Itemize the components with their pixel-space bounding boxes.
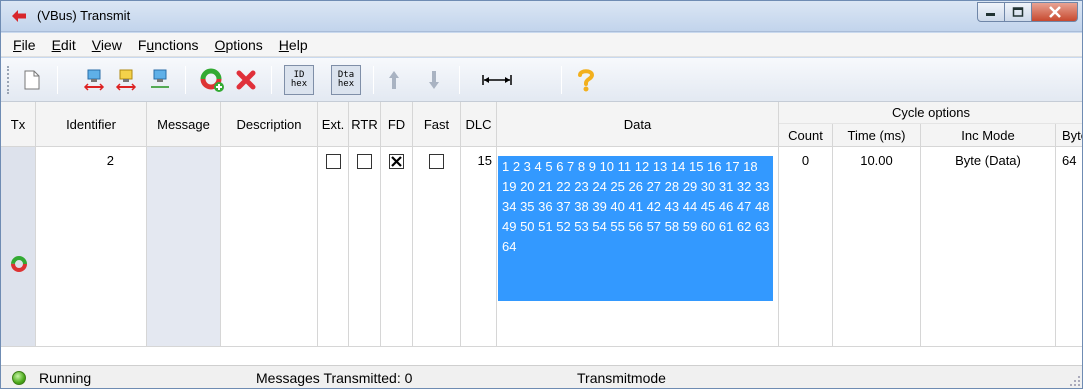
header-cycle-options: Cycle options xyxy=(779,102,1082,124)
connect-button[interactable] xyxy=(79,65,109,95)
arrow-up-icon xyxy=(389,71,399,89)
transmit-table: Tx Identifier Message Description Ext. R… xyxy=(1,102,1082,365)
delete-icon xyxy=(236,70,256,90)
network-connect-icon xyxy=(83,69,105,91)
identifier-cell[interactable]: 2 xyxy=(36,147,147,347)
data-hex-icon: Dta hex xyxy=(337,70,355,89)
menu-bar: File Edit View Functions Options Help xyxy=(1,33,1082,57)
menu-edit[interactable]: Edit xyxy=(44,33,84,57)
running-status-icon xyxy=(12,371,26,385)
close-icon xyxy=(1048,6,1061,18)
delete-button[interactable] xyxy=(231,65,261,95)
status-messages-transmitted: Messages Transmitted: 0 xyxy=(256,370,413,386)
title-bar[interactable]: (VBus) Transmit xyxy=(1,1,1082,32)
menu-view[interactable]: View xyxy=(84,33,130,57)
fd-cell xyxy=(381,147,413,347)
status-mode: Transmitmode xyxy=(577,370,666,386)
menu-help[interactable]: Help xyxy=(271,33,316,57)
menu-functions[interactable]: Functions xyxy=(130,33,207,57)
header-description[interactable]: Description xyxy=(221,102,318,147)
rtr-cell xyxy=(349,147,381,347)
id-hex-toggle[interactable]: ID hex xyxy=(284,65,314,95)
fast-cell xyxy=(413,147,461,347)
empty-rows-area xyxy=(1,347,1082,365)
header-tx[interactable]: Tx xyxy=(1,102,36,147)
toolbar: ID hex Dta hex xyxy=(1,58,1082,102)
column-width-button[interactable] xyxy=(475,65,519,95)
header-rtr[interactable]: RTR xyxy=(349,102,381,147)
resize-grip-icon[interactable] xyxy=(1069,375,1081,387)
help-button[interactable] xyxy=(571,65,601,95)
move-up-button[interactable] xyxy=(379,65,409,95)
maximize-icon xyxy=(1012,7,1024,17)
fast-checkbox[interactable] xyxy=(429,154,444,169)
checkmark-x-icon xyxy=(391,156,402,167)
transmit-arrow-icon xyxy=(12,10,26,22)
message-cell[interactable] xyxy=(147,147,221,347)
help-question-icon xyxy=(578,69,595,92)
close-button[interactable] xyxy=(1032,2,1078,22)
header-count[interactable]: Count xyxy=(779,124,833,147)
inc-mode-cell[interactable]: Byte (Data) xyxy=(921,147,1056,347)
dlc-cell[interactable]: 15 xyxy=(461,147,497,347)
network-bus-icon xyxy=(151,69,169,88)
column-width-icon xyxy=(482,75,512,85)
header-fd[interactable]: FD xyxy=(381,102,413,147)
toolbar-grip[interactable] xyxy=(7,66,10,94)
new-message-button[interactable] xyxy=(17,65,47,95)
header-dlc[interactable]: DLC xyxy=(461,102,497,147)
tx-cell[interactable] xyxy=(1,147,36,347)
status-state: Running xyxy=(39,370,92,386)
menu-options[interactable]: Options xyxy=(207,33,271,57)
minimize-icon xyxy=(986,13,995,16)
header-message[interactable]: Message xyxy=(147,102,221,147)
bus-button[interactable] xyxy=(145,65,175,95)
header-inc-mode[interactable]: Inc Mode xyxy=(921,124,1056,147)
description-cell[interactable] xyxy=(221,147,318,347)
id-hex-icon: ID hex xyxy=(290,70,308,89)
minimize-button[interactable] xyxy=(977,2,1005,22)
status-bar: Running Messages Transmitted: 0 Transmit… xyxy=(1,365,1082,388)
move-down-button[interactable] xyxy=(419,65,449,95)
header-time[interactable]: Time (ms) xyxy=(833,124,921,147)
transmit-cycle-icon xyxy=(200,68,224,92)
ext-cell xyxy=(318,147,349,347)
time-cell[interactable]: 10.00 xyxy=(833,147,921,347)
data-hex-toggle[interactable]: Dta hex xyxy=(331,65,361,95)
rtr-checkbox[interactable] xyxy=(357,154,372,169)
arrow-down-icon xyxy=(429,71,439,89)
ext-checkbox[interactable] xyxy=(326,154,341,169)
menu-file[interactable]: File xyxy=(5,33,44,57)
disconnect-button[interactable] xyxy=(111,65,141,95)
fd-checkbox[interactable] xyxy=(389,154,404,169)
header-byte[interactable]: Byte xyxy=(1056,124,1082,147)
window-title: (VBus) Transmit xyxy=(37,8,131,23)
new-document-icon xyxy=(24,70,40,90)
network-disconnect-icon xyxy=(115,69,137,91)
header-identifier[interactable]: Identifier xyxy=(36,102,147,147)
header-fast[interactable]: Fast xyxy=(413,102,461,147)
transmit-window: (VBus) Transmit File Edit View Functions… xyxy=(0,0,1083,389)
data-bytes-selection[interactable]: 1 2 3 4 5 6 7 8 9 10 11 12 13 14 15 16 1… xyxy=(498,156,773,301)
header-ext[interactable]: Ext. xyxy=(318,102,349,147)
byte-cell[interactable]: 64 xyxy=(1056,147,1082,347)
maximize-button[interactable] xyxy=(1005,2,1032,22)
count-cell[interactable]: 0 xyxy=(779,147,833,347)
transmit-status-icon xyxy=(11,256,27,272)
header-data[interactable]: Data xyxy=(497,102,779,147)
transmit-button[interactable] xyxy=(197,65,227,95)
